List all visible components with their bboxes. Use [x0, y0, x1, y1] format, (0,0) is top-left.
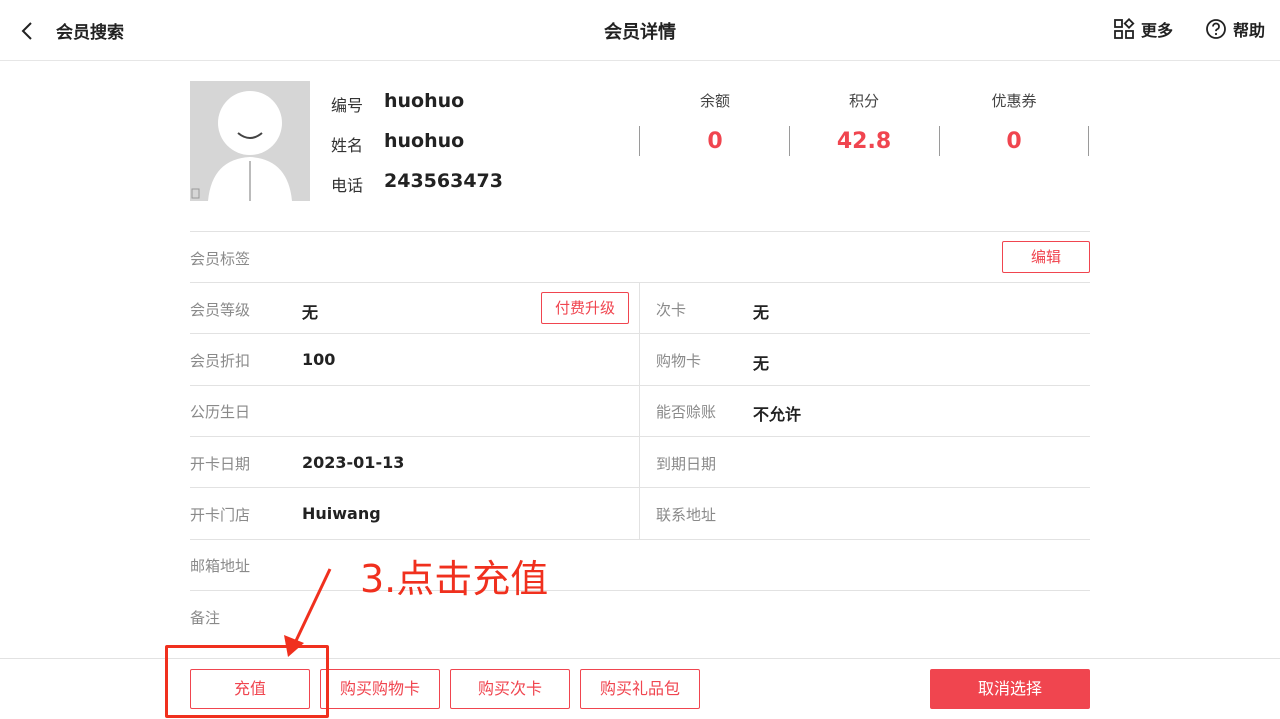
- stat-coupons-value: 0: [1006, 129, 1022, 154]
- discount-value: 100: [302, 350, 336, 369]
- email-label: 邮箱地址: [190, 557, 251, 575]
- grid-icon: [1114, 18, 1135, 39]
- edit-tags-button[interactable]: 编辑: [1002, 241, 1090, 273]
- column-divider: [639, 282, 640, 539]
- stat-balance-label: 余额: [699, 92, 730, 110]
- times-card-value: 无: [753, 303, 770, 322]
- stat-divider: [639, 126, 640, 156]
- member-id-label: 编号: [331, 96, 364, 115]
- remark-label: 备注: [190, 609, 221, 627]
- times-card-label: 次卡: [656, 301, 687, 319]
- level-value: 无: [302, 303, 319, 322]
- credit-value: 不允许: [753, 405, 802, 424]
- recharge-button[interactable]: 充值: [190, 669, 310, 709]
- stat-points-value: 42.8: [836, 129, 892, 154]
- stat-balance[interactable]: 余额 0: [640, 90, 790, 155]
- help-label: 帮助: [1233, 21, 1266, 40]
- divider: [190, 487, 1090, 488]
- shopping-card-value: 无: [753, 354, 770, 373]
- birthday-label: 公历生日: [190, 403, 251, 421]
- more-button[interactable]: 更多: [1113, 17, 1173, 41]
- divider: [190, 231, 1090, 232]
- tutorial-arrow-icon: [284, 568, 332, 657]
- stat-coupons-label: 优惠券: [991, 92, 1037, 110]
- level-label: 会员等级: [190, 301, 251, 319]
- stat-divider: [1088, 126, 1089, 156]
- open-date-label: 开卡日期: [190, 455, 251, 473]
- member-id-value: huohuo: [384, 90, 465, 112]
- open-date-value: 2023-01-13: [302, 453, 405, 472]
- stat-divider: [939, 126, 940, 156]
- tags-label: 会员标签: [190, 250, 251, 268]
- default-avatar-icon: [190, 81, 310, 201]
- divider: [190, 539, 1090, 540]
- credit-label: 能否赊账: [656, 403, 717, 421]
- avatar: [190, 81, 310, 201]
- expire-date-label: 到期日期: [656, 455, 717, 473]
- divider: [190, 385, 1090, 386]
- more-label: 更多: [1141, 21, 1174, 40]
- help-icon: [1206, 19, 1226, 39]
- store-label: 开卡门店: [190, 506, 251, 524]
- store-value: Huiwang: [302, 504, 381, 523]
- buy-shopping-card-button[interactable]: 购买购物卡: [320, 669, 440, 709]
- shopping-card-label: 购物卡: [656, 352, 702, 370]
- top-bar: 会员搜索 会员详情 更多 帮助: [0, 0, 1280, 61]
- stat-points-label: 积分: [848, 92, 879, 110]
- stat-coupons[interactable]: 优惠券 0: [939, 90, 1089, 155]
- stat-balance-value: 0: [707, 129, 723, 154]
- buy-gift-pack-button[interactable]: 购买礼品包: [580, 669, 700, 709]
- help-button[interactable]: 帮助: [1205, 17, 1265, 41]
- divider: [190, 590, 1090, 591]
- tutorial-annotation-text: 3.点击充值: [360, 557, 549, 601]
- divider: [190, 436, 1090, 437]
- address-label: 联系地址: [656, 506, 717, 524]
- paid-upgrade-button[interactable]: 付费升级: [541, 292, 629, 324]
- stat-divider: [789, 126, 790, 156]
- member-phone-value: 243563473: [384, 170, 503, 192]
- member-name-label: 姓名: [331, 136, 364, 155]
- page-title: 会员详情: [604, 22, 676, 43]
- cancel-selection-button[interactable]: 取消选择: [930, 669, 1090, 709]
- discount-label: 会员折扣: [190, 352, 251, 370]
- buy-times-card-button[interactable]: 购买次卡: [450, 669, 570, 709]
- member-phone-label: 电话: [331, 176, 364, 195]
- divider: [190, 333, 1090, 334]
- stat-points[interactable]: 积分 42.8: [789, 90, 939, 155]
- member-name-value: huohuo: [384, 130, 465, 152]
- divider: [190, 282, 1090, 283]
